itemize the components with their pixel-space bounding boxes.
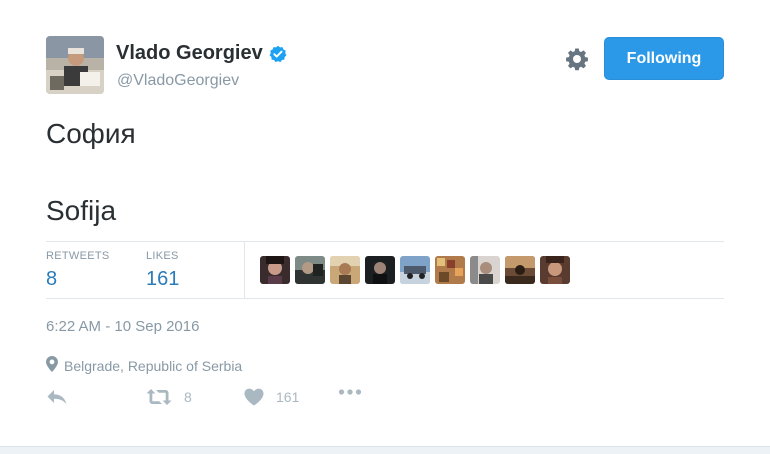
more-button[interactable] (338, 388, 362, 396)
tweet-text-line-1: София (46, 118, 136, 149)
liker-avatar[interactable] (295, 256, 325, 284)
following-button[interactable]: Following (604, 37, 724, 80)
retweet-icon (146, 388, 172, 406)
liker-avatar[interactable] (330, 256, 360, 284)
reply-icon (46, 388, 68, 406)
more-icon (338, 388, 362, 396)
retweet-count: 8 (184, 389, 192, 405)
liker-avatar[interactable] (365, 256, 395, 284)
page-bottom-edge (0, 446, 770, 454)
avatar-image (46, 36, 104, 94)
divider (46, 241, 724, 242)
likes-label: LIKES (146, 250, 179, 262)
liker-avatar[interactable] (470, 256, 500, 284)
like-count: 161 (276, 389, 300, 405)
retweet-button[interactable]: 8 (146, 388, 192, 406)
verified-badge-icon (269, 45, 287, 63)
divider (46, 298, 724, 299)
likers-avatars (260, 256, 570, 284)
liker-avatar[interactable] (260, 256, 290, 284)
stats-divider (244, 242, 245, 298)
tweet-location[interactable]: Belgrade, Republic of Serbia (46, 356, 242, 375)
liker-avatar[interactable] (400, 256, 430, 284)
tweet-actions: 8 161 (46, 388, 406, 410)
author-handle[interactable]: @VladoGeorgiev (117, 72, 239, 90)
author-name[interactable]: Vlado Georgiev (116, 42, 263, 65)
author-name-row: Vlado Georgiev (116, 42, 287, 65)
tweet-timestamp[interactable]: 6:22 AM - 10 Sep 2016 (46, 318, 199, 335)
tweet-text-line-2: Sofija (46, 195, 117, 226)
avatar[interactable] (46, 36, 104, 94)
reply-button[interactable] (46, 388, 68, 406)
heart-icon (244, 388, 264, 406)
like-button[interactable]: 161 (244, 388, 299, 406)
location-text: Belgrade, Republic of Serbia (64, 357, 243, 374)
likes-count: 161 (146, 268, 180, 290)
retweets-label: RETWEETS (46, 250, 110, 262)
likes-stat[interactable]: LIKES 161 (146, 250, 179, 291)
gear-icon[interactable] (565, 47, 589, 71)
retweets-count: 8 (46, 268, 58, 290)
retweets-stat[interactable]: RETWEETS 8 (46, 250, 110, 291)
location-pin-icon (46, 356, 58, 375)
liker-avatar[interactable] (435, 256, 465, 284)
liker-avatar[interactable] (505, 256, 535, 284)
liker-avatar[interactable] (540, 256, 570, 284)
tweet-card: Vlado Georgiev @VladoGeorgiev Following … (0, 0, 770, 454)
